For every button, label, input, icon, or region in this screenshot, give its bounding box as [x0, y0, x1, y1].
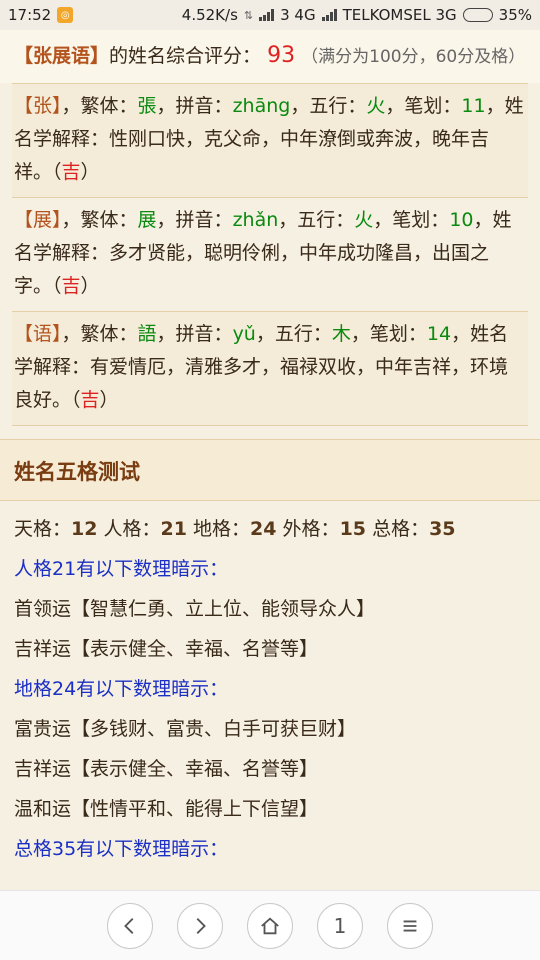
five-element: 火	[366, 95, 386, 117]
tian-value: 12	[71, 518, 98, 540]
status-time: 17:52	[8, 6, 52, 24]
score-label: 的姓名综合评分：	[109, 45, 262, 67]
zong-label: 总格：	[372, 518, 430, 540]
pinyin: zhǎn	[232, 209, 279, 231]
chevron-left-icon	[124, 917, 134, 934]
carrier-name: TELKOMSEL 3G	[342, 6, 457, 24]
di-hint-heading: 地格24有以下数理暗示：	[14, 678, 229, 700]
element-label: ，五行：	[255, 323, 332, 345]
wuge-section: 天格：12 人格：21 地格：24 外格：15 总格：35 人格21有以下数理暗…	[0, 501, 540, 869]
full-name: 【张展语】	[14, 45, 110, 67]
stroke-count: 14	[426, 323, 452, 345]
browser-bottom-nav: 1	[0, 890, 540, 960]
list-item: 温和运【性情平和、能得上下信望】	[14, 798, 319, 820]
menu-icon	[403, 920, 417, 931]
section-divider	[0, 426, 540, 440]
character-card-zhan: 【展】，繁体：展，拼音：zhǎn，五行：火，笔划：10，姓名学解释：多才贤能，聪…	[12, 198, 528, 312]
score-summary: 【张展语】的姓名综合评分： 93 （满分为100分，60分及格）	[0, 30, 540, 83]
network-speed: 4.52K/s	[181, 6, 238, 24]
status-bar: 17:52 ◎ 4.52K/s ⇅ 3 4G TELKOMSEL 3G 35%	[0, 0, 540, 30]
ren-label: 人格：	[103, 518, 161, 540]
network-type: 3 4G	[280, 6, 316, 24]
data-arrows-icon: ⇅	[243, 8, 254, 22]
signal-icon-2	[321, 9, 337, 21]
score-value: 93	[267, 43, 296, 68]
element-label: ，五行：	[278, 209, 355, 231]
traditional-char: 語	[137, 323, 157, 345]
tabs-button[interactable]: 1	[317, 902, 363, 949]
wuge-values: 天格：12 人格：21 地格：24 外格：15 总格：35	[14, 509, 526, 549]
strokes-label: ，笔划：	[373, 209, 450, 231]
score-note: （满分为100分，60分及格）	[301, 47, 526, 67]
trad-label: ，繁体：	[61, 95, 138, 117]
character-card-yu: 【语】，繁体：語，拼音：yǔ，五行：木，笔划：14，姓名学解释：有爱情厄，清雅多…	[12, 312, 528, 426]
character-card-zhang: 【张】，繁体：張，拼音：zhāng，五行：火，笔划：11，姓名学解释：性刚口快，…	[12, 83, 528, 198]
tian-label: 天格：	[14, 518, 72, 540]
luck-badge: 吉	[80, 389, 100, 411]
list-item: 富贵运【多钱财、富贵、白手可获巨财】	[14, 718, 357, 740]
strokes-label: ，笔划：	[385, 95, 462, 117]
wai-label: 外格：	[282, 518, 340, 540]
pinyin: yǔ	[232, 323, 256, 345]
ren-hint-heading: 人格21有以下数理暗示：	[14, 558, 229, 580]
back-button[interactable]	[107, 902, 153, 949]
five-element: 木	[331, 323, 351, 345]
wai-value: 15	[339, 518, 367, 540]
tab-count: 1	[333, 913, 347, 938]
element-label: ，五行：	[290, 95, 367, 117]
page-content: 【张展语】的姓名综合评分： 93 （满分为100分，60分及格） 【张】，繁体：…	[0, 30, 540, 890]
di-value: 24	[250, 518, 277, 540]
pinyin-label: ，拼音：	[156, 209, 233, 231]
section-title-wuge: 姓名五格测试	[0, 440, 540, 501]
traditional-char: 張	[137, 95, 157, 117]
forward-button[interactable]	[177, 902, 223, 949]
trad-label: ，繁体：	[61, 323, 138, 345]
list-item: 吉祥运【表示健全、幸福、名誉等】	[14, 638, 319, 660]
zong-value: 35	[429, 518, 456, 540]
luck-badge: 吉	[61, 275, 81, 297]
di-label: 地格：	[193, 518, 251, 540]
trad-label: ，繁体：	[61, 209, 138, 231]
character-name: 【语】	[14, 323, 62, 345]
character-name: 【展】	[14, 209, 62, 231]
zong-hint-heading: 总格35有以下数理暗示：	[14, 838, 229, 860]
menu-button[interactable]	[387, 902, 433, 949]
pinyin: zhāng	[232, 95, 291, 117]
pinyin-label: ，拼音：	[156, 323, 233, 345]
list-item: 吉祥运【表示健全、幸福、名誉等】	[14, 758, 319, 780]
traditional-char: 展	[137, 209, 157, 231]
battery-percent: 35%	[498, 6, 532, 24]
luck-badge: 吉	[61, 161, 81, 183]
ren-value: 21	[160, 518, 187, 540]
list-item: 首领运【智慧仁勇、立上位、能领导众人】	[14, 598, 376, 620]
notification-icon: ◎	[57, 7, 74, 23]
pinyin-label: ，拼音：	[156, 95, 233, 117]
stroke-count: 11	[461, 95, 486, 117]
chevron-right-icon	[196, 917, 206, 934]
character-name: 【张】	[14, 95, 62, 117]
five-element: 火	[354, 209, 374, 231]
signal-icon	[259, 9, 275, 21]
home-icon	[261, 916, 279, 934]
home-button[interactable]	[247, 902, 293, 949]
strokes-label: ，笔划：	[350, 323, 427, 345]
stroke-count: 10	[449, 209, 474, 231]
battery-icon	[462, 8, 493, 22]
